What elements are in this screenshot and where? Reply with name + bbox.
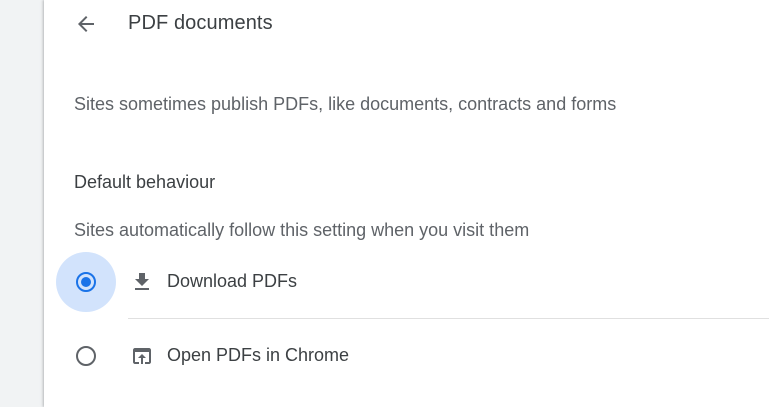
radio-option-open[interactable]: Open PDFs in Chrome bbox=[56, 326, 769, 386]
radio-focus-ripple bbox=[56, 252, 116, 312]
option-divider bbox=[128, 318, 769, 319]
open-in-browser-icon bbox=[130, 344, 154, 368]
page-description: Sites sometimes publish PDFs, like docum… bbox=[74, 94, 617, 114]
radio-label-download: Download PDFs bbox=[167, 271, 298, 291]
settings-card: PDF documents Sites sometimes publish PD… bbox=[44, 0, 769, 407]
radio-label-open: Open PDFs in Chrome bbox=[167, 345, 350, 365]
back-button[interactable] bbox=[66, 4, 106, 44]
radio-checked-dot bbox=[81, 277, 91, 287]
section-description: Sites automatically follow this setting … bbox=[74, 220, 530, 240]
arrow-back-icon bbox=[74, 12, 98, 36]
section-heading: Default behaviour bbox=[74, 172, 216, 192]
download-icon bbox=[130, 270, 154, 294]
radio-button-open[interactable] bbox=[76, 346, 96, 366]
radio-option-download[interactable]: Download PDFs bbox=[56, 252, 769, 312]
radio-ripple-container bbox=[56, 326, 116, 386]
radio-button-download[interactable] bbox=[76, 272, 96, 292]
page-title: PDF documents bbox=[128, 12, 273, 34]
